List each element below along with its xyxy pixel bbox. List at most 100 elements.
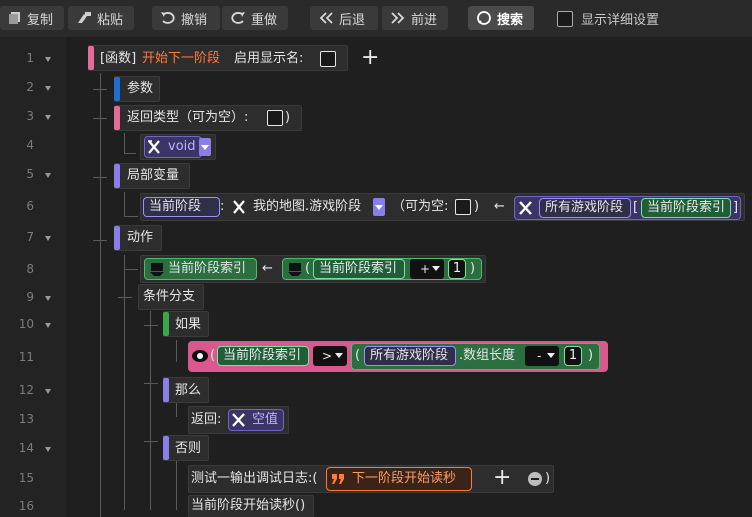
show-detail-checkbox[interactable] bbox=[557, 10, 573, 27]
line-number: 13 bbox=[18, 412, 34, 426]
cond-paren-open: ( bbox=[210, 348, 216, 363]
fold-chevron-icon[interactable] bbox=[45, 173, 51, 178]
copy-label: 复制 bbox=[27, 12, 54, 28]
operand-variable[interactable]: 当前阶段索引 bbox=[313, 259, 405, 279]
line-gutter: 1 2 3 4 5 6 7 8 9 10 11 12 13 14 15 16 bbox=[0, 37, 66, 517]
nullable-label: （可为空: bbox=[392, 199, 449, 214]
fold-chevron-icon[interactable] bbox=[45, 86, 51, 91]
line-number: 7 bbox=[26, 230, 34, 244]
function-marker bbox=[88, 46, 94, 70]
debug-log-label: 测试一输出调试日志:( bbox=[191, 471, 318, 486]
string-literal: 下一阶段开始读秒 bbox=[352, 471, 457, 486]
minus-select[interactable]: - bbox=[525, 346, 559, 366]
fold-chevron-icon[interactable] bbox=[45, 296, 51, 301]
line-number: 10 bbox=[18, 317, 34, 331]
tree-guide bbox=[93, 240, 107, 241]
copy-button[interactable]: 复制 bbox=[0, 6, 64, 30]
back-button[interactable]: 后退 bbox=[310, 6, 378, 30]
null-value: 空值 bbox=[252, 412, 279, 427]
array-variable[interactable]: 所有游戏阶段 bbox=[364, 346, 456, 366]
show-detail-label: 显示详细设置 bbox=[581, 13, 660, 28]
line-number: 9 bbox=[26, 290, 34, 304]
line-number: 1 bbox=[26, 51, 34, 65]
search-button[interactable]: 搜索 bbox=[468, 6, 534, 30]
show-name-label: 启用显示名: bbox=[234, 51, 304, 66]
fold-chevron-icon[interactable] bbox=[45, 389, 51, 394]
tree-guide bbox=[124, 255, 125, 510]
then-marker bbox=[163, 378, 169, 402]
add-button[interactable]: + bbox=[361, 46, 379, 70]
back-icon bbox=[319, 12, 333, 24]
compare-select[interactable]: > bbox=[313, 346, 347, 366]
fold-chevron-icon[interactable] bbox=[45, 447, 51, 452]
add-argument-button[interactable]: + bbox=[493, 466, 511, 490]
return-type-marker bbox=[114, 106, 120, 130]
operator-value: + bbox=[420, 262, 431, 276]
tree-guide bbox=[124, 153, 136, 154]
sub-paren-close: ) bbox=[588, 348, 594, 363]
variable-x-icon bbox=[519, 201, 532, 215]
fold-chevron-icon[interactable] bbox=[45, 323, 51, 328]
forward-icon bbox=[391, 12, 405, 24]
tree-guide bbox=[124, 192, 125, 216]
fold-chevron-icon[interactable] bbox=[45, 57, 51, 62]
copy-icon bbox=[9, 12, 20, 24]
assign-arrow: ← bbox=[494, 199, 505, 214]
undo-button[interactable]: 撤销 bbox=[152, 6, 220, 30]
number-value[interactable]: 1 bbox=[448, 259, 466, 279]
var-type-dropdown-button[interactable] bbox=[373, 198, 385, 216]
variable-x-icon bbox=[233, 200, 245, 214]
paren-close: ) bbox=[470, 261, 476, 276]
return-type-name: void bbox=[168, 139, 196, 154]
return-nullable-checkbox[interactable] bbox=[267, 110, 283, 126]
then-label: 那么 bbox=[175, 383, 202, 398]
tree-guide bbox=[176, 455, 177, 510]
debug-log-close: ) bbox=[545, 471, 551, 486]
undo-label: 撤销 bbox=[181, 12, 208, 28]
variable-x-icon bbox=[232, 413, 245, 427]
assign-arrow: ← bbox=[262, 261, 273, 276]
actions-label: 动作 bbox=[127, 230, 154, 245]
type-dropdown-button[interactable] bbox=[199, 138, 211, 156]
line-number: 5 bbox=[26, 167, 34, 181]
fold-chevron-icon[interactable] bbox=[45, 236, 51, 241]
redo-button[interactable]: 重做 bbox=[222, 6, 288, 30]
paste-button[interactable]: 粘贴 bbox=[68, 6, 134, 30]
forward-label: 前进 bbox=[411, 12, 438, 28]
local-nullable-checkbox[interactable] bbox=[455, 199, 471, 215]
return-type-label: 返回类型（可为空）: bbox=[127, 110, 249, 125]
params-label: 参数 bbox=[127, 81, 154, 96]
array-source[interactable]: 所有游戏阶段 bbox=[539, 198, 631, 218]
tree-guide bbox=[150, 311, 151, 510]
remove-argument-icon[interactable] bbox=[527, 471, 543, 487]
variable-cube-icon bbox=[150, 263, 164, 276]
nullable-close: ) bbox=[474, 199, 480, 214]
redo-icon bbox=[231, 12, 245, 24]
line-number: 2 bbox=[26, 80, 34, 94]
local-var-colon: : bbox=[220, 199, 225, 214]
number-value[interactable]: 1 bbox=[564, 346, 582, 366]
fold-chevron-icon[interactable] bbox=[45, 115, 51, 120]
code-editor: 1 2 3 4 5 6 7 8 9 10 11 12 13 14 15 16 [… bbox=[0, 37, 752, 517]
redo-label: 重做 bbox=[251, 12, 278, 28]
forward-button[interactable]: 前进 bbox=[382, 6, 448, 30]
function-call: 当前阶段开始读秒() bbox=[191, 498, 306, 513]
show-detail-toggle[interactable]: 显示详细设置 bbox=[557, 9, 659, 28]
back-label: 后退 bbox=[339, 12, 366, 28]
eye-icon bbox=[192, 350, 208, 362]
tree-guide bbox=[124, 216, 138, 217]
operator-select[interactable]: + bbox=[410, 259, 444, 279]
sub-paren-open: ( bbox=[355, 348, 361, 363]
array-length-label: .数组长度 bbox=[459, 348, 516, 363]
assign-target: 当前阶段索引 bbox=[168, 261, 247, 276]
tree-guide bbox=[124, 133, 125, 153]
line-number: 11 bbox=[18, 350, 34, 364]
local-var-name[interactable]: 当前阶段 bbox=[143, 197, 220, 217]
tree-guide bbox=[93, 89, 107, 90]
locals-label: 局部变量 bbox=[127, 168, 180, 183]
condition-lhs[interactable]: 当前阶段索引 bbox=[217, 346, 309, 366]
function-name[interactable]: 开始下一阶段 bbox=[142, 50, 220, 68]
paste-icon bbox=[78, 12, 91, 23]
index-variable[interactable]: 当前阶段索引 bbox=[641, 198, 731, 218]
show-name-checkbox[interactable] bbox=[320, 51, 336, 67]
